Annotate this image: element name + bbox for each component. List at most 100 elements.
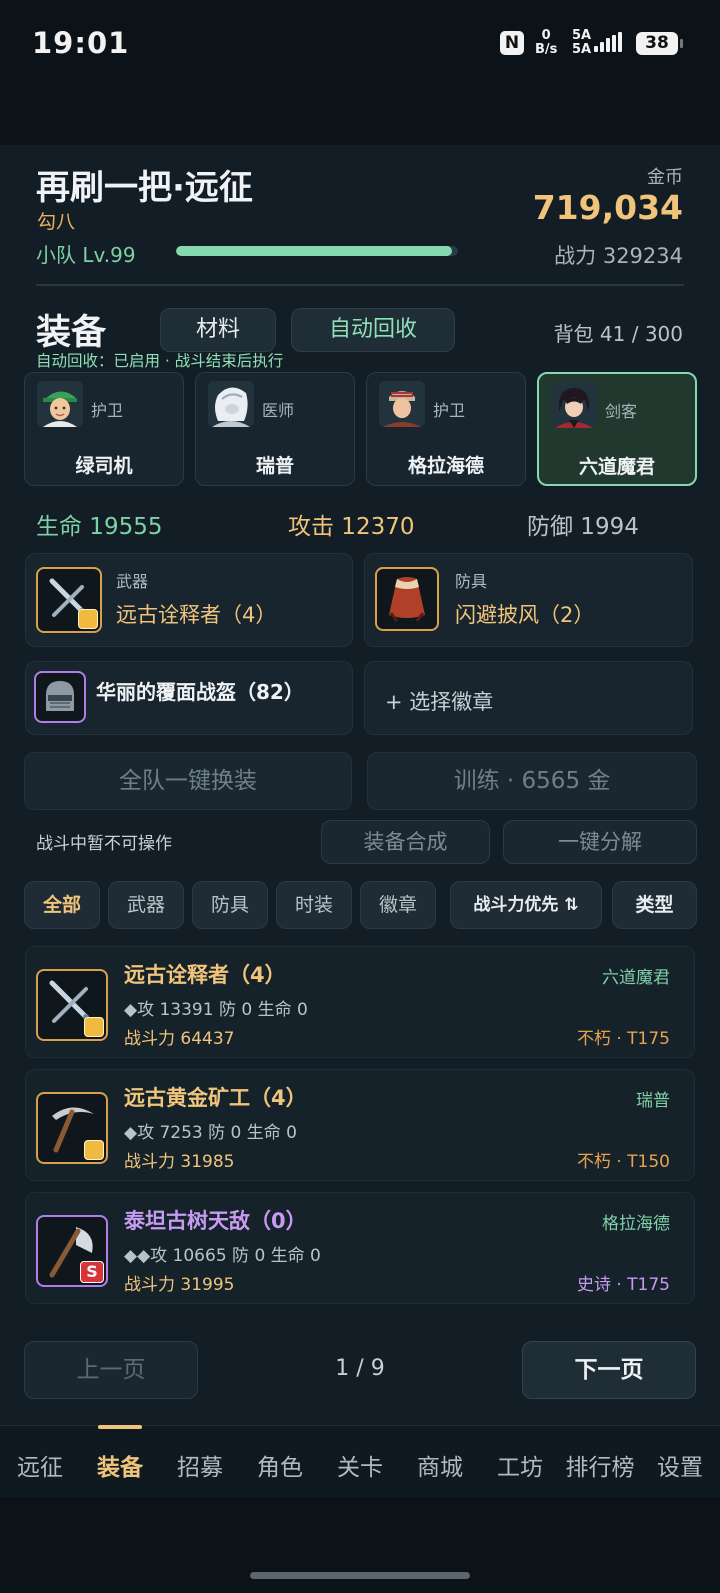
weapon-slot[interactable]: 武器 远古诠释者（4） bbox=[25, 553, 353, 647]
sort-power-button[interactable]: 战斗力优先 ⇅ bbox=[450, 881, 602, 929]
hero-portrait bbox=[551, 382, 597, 428]
weapon-item-name: 远古诠释者（4） bbox=[116, 603, 277, 627]
battle-note: 战斗中暂不可操作 bbox=[36, 834, 172, 854]
hero-portrait bbox=[379, 381, 425, 427]
axe-icon: S bbox=[36, 1215, 108, 1287]
filter-armor[interactable]: 防具 bbox=[192, 881, 268, 929]
slot-type-label: 武器 bbox=[116, 572, 149, 591]
list-item[interactable]: 远古诠释者（4） ◆攻 13391 防 0 生命 0 战斗力 64437 六道魔… bbox=[25, 946, 695, 1058]
list-item[interactable]: S 泰坦古树天敌（0） ◆◆攻 10665 防 0 生命 0 战斗力 31995… bbox=[25, 1192, 695, 1304]
item-owner: 六道魔君 bbox=[602, 968, 670, 988]
nav-shop[interactable]: 商城 bbox=[400, 1448, 480, 1482]
hero-card-selected[interactable]: 剑客 六道魔君 bbox=[537, 372, 697, 486]
badge-slot[interactable]: + 选择徽章 bbox=[364, 661, 693, 735]
nav-expedition[interactable]: 远征 bbox=[0, 1448, 80, 1482]
clock: 19:01 bbox=[32, 26, 130, 60]
hero-role: 护卫 bbox=[91, 401, 124, 420]
team-level: 小队 Lv.99 bbox=[36, 243, 136, 267]
item-tier: 不朽 · T150 bbox=[576, 1152, 670, 1172]
nav-leaderboard[interactable]: 排行榜 bbox=[560, 1448, 640, 1482]
gold-value: 719,034 bbox=[532, 188, 683, 227]
hero-portrait bbox=[208, 381, 254, 427]
item-stats: ◆攻 7253 防 0 生命 0 bbox=[124, 1123, 297, 1143]
select-badge-label: + 选择徽章 bbox=[385, 690, 494, 714]
nfc-icon: N bbox=[500, 31, 524, 55]
xp-bar bbox=[176, 246, 458, 256]
armor-item-name: 闪避披风（2） bbox=[455, 603, 595, 627]
tab-materials[interactable]: 材料 bbox=[160, 308, 276, 352]
nav-characters[interactable]: 角色 bbox=[240, 1448, 320, 1482]
hero-portrait bbox=[37, 381, 83, 427]
slot-type-label: 防具 bbox=[455, 572, 488, 591]
tab-auto-recycle[interactable]: 自动回收 bbox=[291, 308, 455, 352]
player-name: 勾八 bbox=[37, 211, 76, 233]
item-tier: 史诗 · T175 bbox=[576, 1275, 670, 1295]
item-name: 泰坦古树天敌（0） bbox=[124, 1209, 307, 1233]
item-name: 远古黄金矿工（4） bbox=[124, 1086, 307, 1110]
hero-name: 瑞普 bbox=[255, 455, 294, 477]
xp-fill bbox=[176, 246, 453, 256]
hero-role: 剑客 bbox=[605, 402, 638, 421]
cloak-icon bbox=[375, 567, 439, 631]
nav-settings[interactable]: 设置 bbox=[640, 1448, 720, 1482]
page-indicator: 1 / 9 bbox=[335, 1356, 385, 1381]
hero-role: 护卫 bbox=[433, 401, 466, 420]
item-stats: ◆攻 13391 防 0 生命 0 bbox=[124, 1000, 308, 1020]
net-speed-unit: B/s bbox=[535, 42, 558, 57]
signal-label: 5A bbox=[572, 28, 592, 43]
item-power: 战斗力 31995 bbox=[124, 1275, 235, 1295]
hero-name: 格拉海德 bbox=[407, 455, 484, 477]
hero-role: 医师 bbox=[262, 401, 295, 420]
signal-bars-icon bbox=[594, 32, 628, 54]
item-power: 战斗力 64437 bbox=[124, 1029, 235, 1049]
sword-icon bbox=[36, 969, 108, 1041]
filter-fashion[interactable]: 时装 bbox=[276, 881, 352, 929]
battery-icon: 38 bbox=[636, 32, 678, 55]
nav-active-indicator bbox=[98, 1425, 142, 1429]
item-tier: 不朽 · T175 bbox=[576, 1029, 670, 1049]
stat-hp: 生命 19555 bbox=[36, 514, 163, 540]
stat-defense: 防御 1994 bbox=[527, 514, 639, 540]
nav-workshop[interactable]: 工坊 bbox=[480, 1448, 560, 1482]
item-stats: ◆◆攻 10665 防 0 生命 0 bbox=[124, 1246, 321, 1266]
nav-recruit[interactable]: 招募 bbox=[160, 1448, 240, 1482]
home-indicator[interactable] bbox=[250, 1572, 470, 1579]
page-title: 再刷一把·远征 bbox=[36, 168, 253, 208]
section-title: 装备 bbox=[36, 313, 107, 353]
hero-card[interactable]: 护卫 格拉海德 bbox=[366, 372, 526, 486]
helmet-icon bbox=[34, 671, 86, 723]
list-item[interactable]: 远古黄金矿工（4） ◆攻 7253 防 0 生命 0 战斗力 31985 瑞普 … bbox=[25, 1069, 695, 1181]
signal-label: 5A bbox=[572, 42, 592, 57]
item-owner: 瑞普 bbox=[636, 1091, 670, 1111]
net-speed-value: 0 bbox=[541, 28, 551, 43]
train-button[interactable]: 训练 · 6565 金 bbox=[367, 752, 697, 810]
sword-icon bbox=[36, 567, 102, 633]
stat-attack: 攻击 12370 bbox=[288, 514, 415, 540]
pickaxe-icon bbox=[36, 1092, 108, 1164]
synthesize-button[interactable]: 装备合成 bbox=[321, 820, 490, 864]
filter-all[interactable]: 全部 bbox=[24, 881, 100, 929]
rarity-s-badge: S bbox=[80, 1261, 104, 1283]
equip-all-button[interactable]: 全队一键换装 bbox=[24, 752, 352, 810]
battery-tip bbox=[680, 39, 683, 48]
helmet-slot[interactable]: 华丽的覆面战盔（82） bbox=[25, 661, 353, 735]
divider bbox=[36, 284, 684, 286]
hero-card[interactable]: 医师 瑞普 bbox=[195, 372, 355, 486]
bag-count: 背包 41 / 300 bbox=[553, 322, 683, 346]
nav-stages[interactable]: 关卡 bbox=[320, 1448, 400, 1482]
item-power: 战斗力 31985 bbox=[124, 1152, 235, 1172]
filter-weapon[interactable]: 武器 bbox=[108, 881, 184, 929]
item-name: 远古诠释者（4） bbox=[124, 963, 286, 987]
decompose-button[interactable]: 一键分解 bbox=[503, 820, 697, 864]
bottom-nav: 远征 装备 招募 角色 关卡 商城 工坊 排行榜 设置 bbox=[0, 1425, 720, 1497]
filter-type[interactable]: 类型 bbox=[612, 881, 697, 929]
nav-equipment[interactable]: 装备 bbox=[80, 1448, 160, 1482]
hero-card[interactable]: 护卫 绿司机 bbox=[24, 372, 184, 486]
filter-badge[interactable]: 徽章 bbox=[360, 881, 436, 929]
status-bar: 19:01 N 0 B/s 5A 5A 38 bbox=[0, 0, 720, 145]
auto-recycle-info: 自动回收：已启用 · 战斗结束后执行 bbox=[36, 352, 284, 370]
prev-page-button[interactable]: 上一页 bbox=[24, 1341, 198, 1399]
item-owner: 格拉海德 bbox=[602, 1214, 670, 1234]
next-page-button[interactable]: 下一页 bbox=[522, 1341, 696, 1399]
armor-slot[interactable]: 防具 闪避披风（2） bbox=[364, 553, 693, 647]
